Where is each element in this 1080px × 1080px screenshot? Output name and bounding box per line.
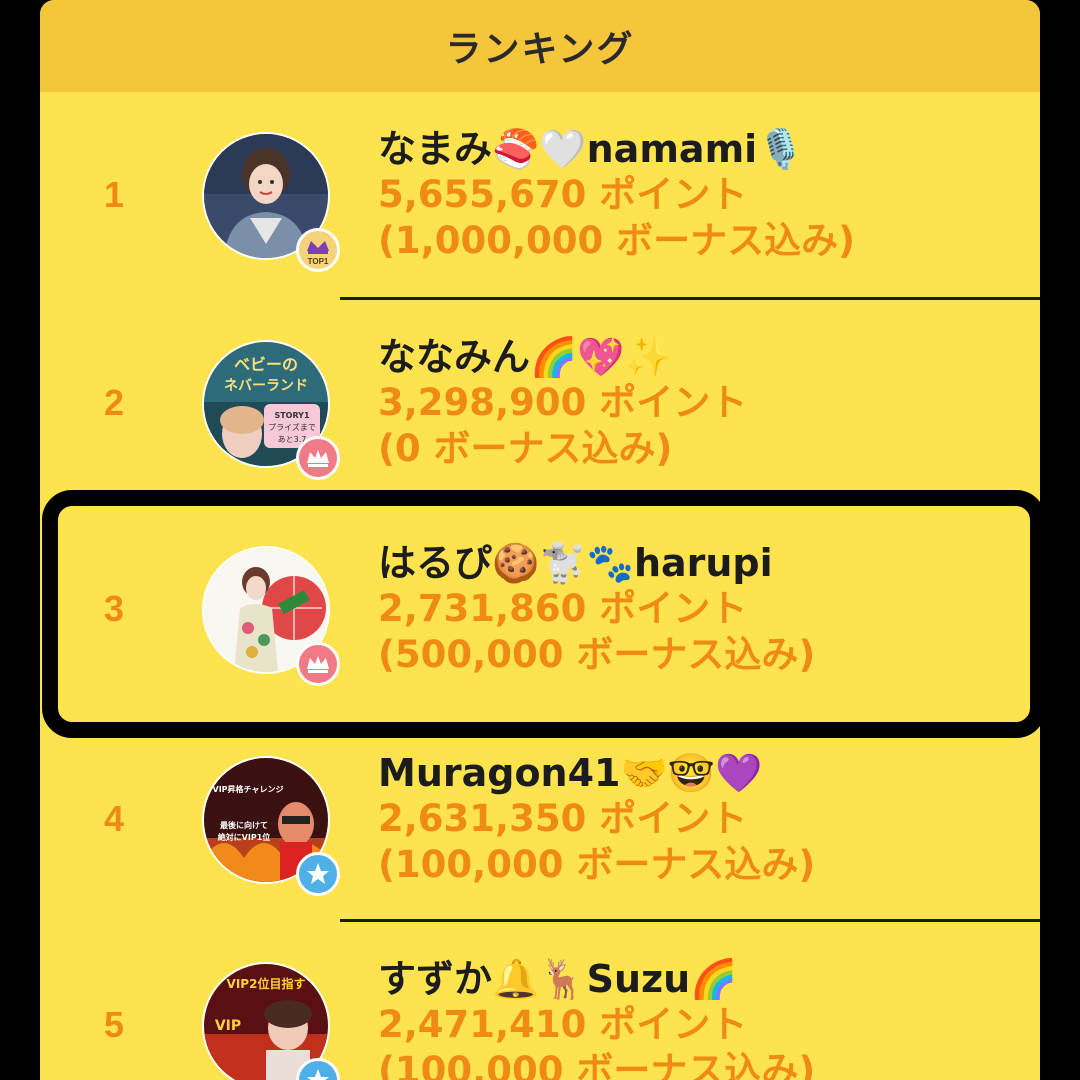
crown-icon bbox=[296, 436, 340, 480]
crown-icon bbox=[296, 642, 340, 686]
user-name[interactable]: はるぴ🍪🐩🐾harupi bbox=[378, 540, 1018, 586]
ranking-row-5[interactable]: 5 VIP2位目指す VIP すずか🔔🦌Suzu🌈 2,471,410 ポイント… bbox=[40, 922, 1040, 1080]
points-value: 5,655,670 ポイント bbox=[378, 173, 748, 216]
rank-number: 3 bbox=[103, 588, 125, 629]
user-info: すずか🔔🦌Suzu🌈 2,471,410 ポイント (100,000 ボーナス込… bbox=[378, 956, 1018, 1080]
ranking-row-1[interactable]: 1 TOP1 なまみ🍣🤍namami🎙️ 5,655,670 ポイント (1,0… bbox=[40, 92, 1040, 298]
ranking-row-2[interactable]: 2 ベビーの ネバーランド STORY1 プライズまで あと3.7 ななみん🌈💖… bbox=[40, 300, 1040, 506]
star-icon bbox=[296, 852, 340, 896]
avatar-banner-text: VIP2位目指す bbox=[227, 976, 306, 991]
rank-number: 2 bbox=[103, 382, 125, 423]
ranking-header: ランキング bbox=[40, 0, 1040, 92]
bonus-value: (500,000 ボーナス込み) bbox=[378, 633, 816, 676]
avatar-banner-text: 絶対にVIP1位 bbox=[218, 832, 271, 842]
avatar-wrap[interactable]: ベビーの ネバーランド STORY1 プライズまで あと3.7 bbox=[202, 340, 340, 480]
avatar-banner-text: ネバーランド bbox=[224, 378, 308, 394]
user-name[interactable]: すずか🔔🦌Suzu🌈 bbox=[378, 956, 1018, 1002]
user-info: なまみ🍣🤍namami🎙️ 5,655,670 ポイント (1,000,000 … bbox=[378, 126, 1018, 264]
avatar-wrap[interactable] bbox=[202, 546, 340, 686]
user-info: はるぴ🍪🐩🐾harupi 2,731,860 ポイント (500,000 ボーナ… bbox=[378, 540, 1018, 678]
user-info: ななみん🌈💖✨ 3,298,900 ポイント (0 ボーナス込み) bbox=[378, 334, 1018, 472]
avatar-wrap[interactable]: VIP昇格チャレンジ 最後に向けて 絶対にVIP1位 bbox=[202, 756, 340, 896]
bonus-value: (100,000 ボーナス込み) bbox=[378, 843, 816, 886]
bonus-value: (1,000,000 ボーナス込み) bbox=[378, 219, 856, 262]
rank-number: 5 bbox=[103, 1004, 125, 1045]
ranking-row-4[interactable]: 4 VIP昇格チャレンジ 最後に向けて 絶対にVIP1位 Muragon41🤝🤓… bbox=[40, 716, 1040, 922]
bonus-value: (100,000 ボーナス込み) bbox=[378, 1049, 816, 1080]
avatar-wrap[interactable]: TOP1 bbox=[202, 132, 340, 272]
user-name[interactable]: Muragon41🤝🤓💜 bbox=[378, 750, 1018, 796]
ranking-panel: ランキング 1 TOP1 なまみ🍣🤍namami🎙️ 5,655,670 ポイン… bbox=[40, 0, 1040, 1080]
avatar-banner-text: 最後に向けて bbox=[220, 820, 268, 830]
badge-label: TOP1 bbox=[308, 257, 329, 266]
crown-top1-icon: TOP1 bbox=[296, 228, 340, 272]
rank-number: 1 bbox=[103, 174, 125, 215]
avatar-wrap[interactable]: VIP2位目指す VIP bbox=[202, 962, 340, 1080]
avatar-banner-text: VIP昇格チャレンジ bbox=[213, 784, 284, 794]
points-value: 2,631,350 ポイント bbox=[378, 797, 748, 840]
avatar-banner-text: VIP bbox=[215, 1018, 241, 1034]
rank-number: 4 bbox=[103, 798, 125, 839]
page-title: ランキング bbox=[445, 29, 635, 70]
user-name[interactable]: ななみん🌈💖✨ bbox=[378, 334, 1018, 380]
points-value: 2,471,410 ポイント bbox=[378, 1003, 748, 1046]
points-value: 3,298,900 ポイント bbox=[378, 381, 748, 424]
points-value: 2,731,860 ポイント bbox=[378, 587, 748, 630]
avatar-banner-text: ベビーの bbox=[234, 355, 298, 374]
user-name[interactable]: なまみ🍣🤍namami🎙️ bbox=[378, 126, 1018, 172]
avatar-caption-text: プライズまで bbox=[268, 422, 316, 432]
avatar-caption-text: STORY1 bbox=[274, 411, 310, 420]
bonus-value: (0 ボーナス込み) bbox=[378, 427, 673, 470]
ranking-row-3[interactable]: 3 はるぴ🍪🐩🐾harupi 2,731,860 ポイント (500,000 ボ… bbox=[40, 506, 1040, 712]
user-info: Muragon41🤝🤓💜 2,631,350 ポイント (100,000 ボーナ… bbox=[378, 750, 1018, 888]
left-black-edge bbox=[0, 0, 40, 1080]
